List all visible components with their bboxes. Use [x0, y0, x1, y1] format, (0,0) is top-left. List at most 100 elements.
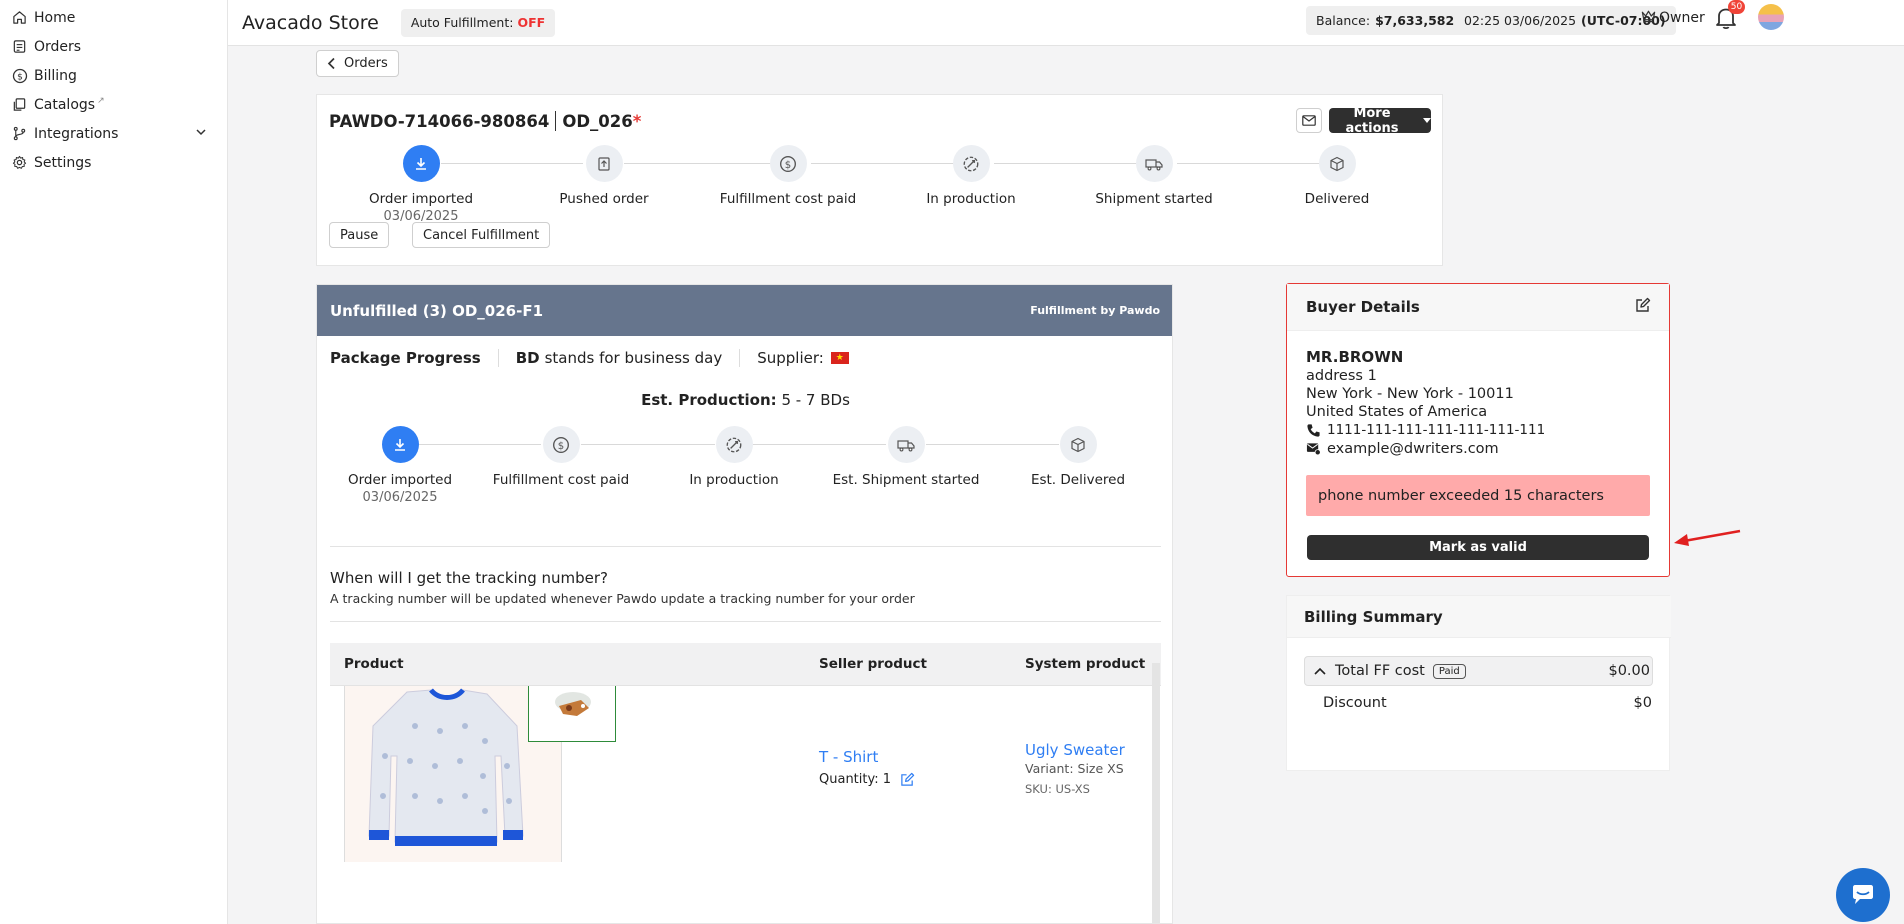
validation-error-banner: phone number exceeded 15 characters — [1306, 475, 1650, 516]
divider — [330, 546, 1161, 547]
arrow-annotation-icon — [1674, 529, 1741, 546]
order-step-production: In production — [881, 145, 1061, 207]
production-icon — [715, 426, 753, 463]
truck-icon — [1135, 145, 1173, 182]
step-label: Order imported — [347, 472, 453, 488]
home-icon — [11, 9, 28, 26]
order-step-imported: Order imported 03/06/2025 — [331, 145, 511, 224]
vietnam-flag-icon: ★ — [830, 352, 849, 364]
edit-buyer-icon[interactable] — [1635, 297, 1651, 317]
svg-text:$: $ — [785, 159, 791, 170]
order-step-delivered: Delivered — [1247, 145, 1427, 207]
sidebar-item-settings[interactable]: Settings — [0, 148, 227, 177]
buyer-email: example@dwriters.com — [1327, 441, 1499, 457]
buyer-title: Buyer Details — [1306, 298, 1420, 316]
avatar[interactable] — [1758, 4, 1784, 30]
step-label: Delivered — [1304, 191, 1370, 207]
order-step-cost-paid: $ Fulfillment cost paid — [698, 145, 878, 207]
step-label: Fulfillment cost paid — [492, 472, 630, 488]
notifications-button[interactable]: 50 — [1715, 0, 1745, 34]
est-production: Est. Production: 5 - 7 BDs — [317, 391, 1172, 409]
seller-product-image[interactable] — [528, 686, 616, 742]
datetime: 02:25 03/06/2025 — [1464, 13, 1577, 28]
buyer-address: address 1 — [1306, 368, 1377, 384]
phone-icon — [1306, 423, 1321, 438]
mark-as-valid-button[interactable]: Mark as valid — [1307, 535, 1649, 560]
main-content: Orders PAWDO-714066-980864 OD_026 * More… — [228, 46, 1904, 924]
buyer-header: Buyer Details — [1287, 284, 1669, 331]
step-label: Order imported — [368, 191, 474, 207]
sidebar-item-label: Home — [34, 9, 76, 26]
download-icon — [381, 426, 419, 463]
cancel-fulfillment-button[interactable]: Cancel Fulfillment — [412, 222, 551, 248]
dollar-icon: $ — [11, 67, 28, 84]
table-header: Product Seller product System product — [330, 643, 1161, 686]
chevron-left-icon — [327, 57, 336, 70]
sidebar-item-catalogs[interactable]: Catalogs ↗ — [0, 90, 227, 119]
validation-error-text: phone number exceeded 15 characters — [1318, 487, 1604, 504]
auto-fulfillment-label: Auto Fulfillment: — [410, 15, 514, 30]
role-menu[interactable]: Owner — [1641, 9, 1705, 27]
buyer-city: New York - New York - 10011 — [1306, 386, 1514, 402]
pause-button[interactable]: Pause — [329, 222, 390, 248]
step-label: In production — [689, 472, 779, 488]
package-step-delivered: Est. Delivered — [988, 426, 1168, 488]
billing-header: Billing Summary — [1287, 596, 1671, 638]
bd-text: stands for business day — [544, 349, 723, 367]
total-ff-cost-row[interactable]: Total FF cost Paid $0.00 — [1304, 656, 1653, 686]
chevron-down-icon[interactable] — [195, 126, 207, 142]
push-icon — [585, 145, 623, 182]
chat-button[interactable] — [1836, 868, 1890, 922]
package-step-cost-paid: $ Fulfillment cost paid — [471, 426, 651, 488]
sidebar-item-home[interactable]: Home — [0, 3, 227, 32]
edit-quantity-icon[interactable] — [900, 772, 915, 787]
buyer-country: United States of America — [1306, 404, 1488, 420]
download-icon — [402, 145, 440, 182]
auto-fulfillment-toggle[interactable]: Auto Fulfillment: OFF — [400, 8, 556, 37]
package-card: Unfulfilled (3) OD_026-F1 Fulfillment by… — [316, 284, 1173, 924]
paid-badge: Paid — [1432, 663, 1466, 679]
column-header-system-product: System product — [1025, 656, 1146, 672]
back-button-label: Orders — [344, 56, 388, 71]
quantity-label: Quantity: 1 — [819, 772, 892, 787]
seller-product-cell: T - Shirt Quantity: 1 — [819, 748, 915, 787]
table-scrollbar[interactable] — [1152, 663, 1160, 923]
dollar-icon: $ — [769, 145, 807, 182]
variant-label: Variant: Size XS — [1025, 761, 1124, 776]
store-name: Avacado Store — [242, 11, 379, 34]
balance-label: Balance: — [1316, 13, 1371, 28]
back-to-orders-button[interactable]: Orders — [316, 50, 399, 77]
order-ref: OD_026 — [562, 111, 633, 131]
step-label: Shipment started — [1095, 191, 1213, 207]
step-label: Est. Delivered — [1030, 472, 1126, 488]
required-mark: * — [632, 111, 642, 131]
total-ff-cost-label: Total FF cost — [1335, 663, 1425, 679]
email-button[interactable] — [1296, 108, 1322, 133]
chevron-up-icon[interactable] — [1314, 667, 1326, 675]
sidebar: Home Orders $ Billing Catalogs ↗ Integra… — [0, 0, 228, 924]
step-label: Fulfillment cost paid — [719, 191, 857, 207]
buyer-email-row: example@dwriters.com — [1306, 441, 1499, 457]
more-actions-button[interactable]: More actions — [1329, 106, 1431, 136]
package-step-shipment: Est. Shipment started — [816, 426, 996, 488]
external-link-icon: ↗ — [97, 95, 105, 106]
sidebar-item-label: Catalogs — [34, 96, 96, 113]
sidebar-item-label: Integrations — [34, 125, 119, 142]
package-progress-label: Package Progress — [330, 349, 481, 367]
package-step-imported: Order imported 03/06/2025 — [317, 426, 490, 505]
bd-abbr: BD — [515, 349, 540, 367]
system-product-link[interactable]: Ugly Sweater — [1025, 741, 1125, 759]
catalog-icon — [11, 96, 28, 113]
svg-text:$: $ — [17, 72, 23, 82]
product-table: Product Seller product System product T … — [330, 643, 1161, 923]
sidebar-item-integrations[interactable]: Integrations — [0, 119, 227, 148]
column-header-seller-product: Seller product — [819, 656, 927, 672]
sku-label: SKU: US-XS — [1025, 782, 1090, 796]
supplier-label: Supplier: — [757, 349, 824, 367]
truck-icon — [887, 426, 925, 463]
sidebar-item-billing[interactable]: $ Billing — [0, 61, 227, 90]
sidebar-item-orders[interactable]: Orders — [0, 32, 227, 61]
seller-product-link[interactable]: T - Shirt — [819, 748, 915, 766]
buyer-phone: 1111-111-111-111-111-111-111 — [1327, 422, 1546, 438]
order-id: PAWDO-714066-980864 — [329, 111, 550, 131]
